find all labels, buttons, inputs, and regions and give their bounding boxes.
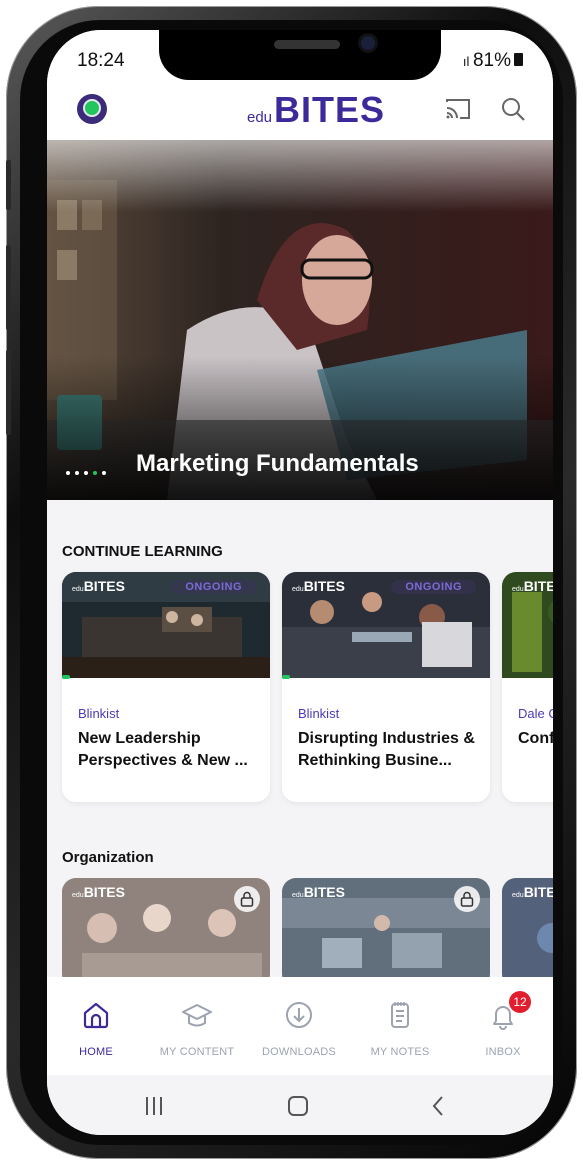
card-title: New Leadership Perspectives & New ... — [78, 730, 248, 769]
notification-badge: 12 — [509, 991, 531, 1013]
cast-icon[interactable] — [445, 98, 471, 120]
nav-label: DOWNLOADS — [262, 1046, 336, 1058]
nav-label: MY NOTES — [370, 1046, 430, 1058]
organization-card[interactable]: eduBITES — [502, 878, 553, 988]
continue-learning-heading: CONTINUE LEARNING — [62, 543, 223, 560]
app-logo: edu BITES — [247, 86, 385, 130]
status-bar: 18:24 ıl 81% — [47, 30, 553, 80]
nav-downloads[interactable]: DOWNLOADS — [249, 977, 349, 1075]
nav-label: INBOX — [485, 1046, 521, 1058]
card-title: Disrupting Industries & Rethinking Busin… — [298, 730, 475, 769]
status-badge: ONGOING — [391, 580, 476, 594]
notes-icon — [391, 1002, 409, 1028]
card-logo: eduBITES — [72, 884, 125, 900]
carousel-dot[interactable] — [66, 471, 70, 475]
logo-main: BITES — [274, 89, 386, 130]
download-icon — [286, 1002, 312, 1028]
battery-level: 81% — [472, 50, 511, 71]
battery-icon — [514, 53, 523, 66]
carousel-dot[interactable] — [102, 471, 106, 475]
carousel-dot[interactable] — [75, 471, 79, 475]
hero-image — [47, 140, 553, 500]
speaker-grille — [274, 40, 340, 49]
recent-apps-icon[interactable] — [144, 1095, 164, 1117]
carousel-dot[interactable] — [84, 471, 88, 475]
status-battery: ıl 81% — [463, 50, 523, 72]
lock-icon — [234, 886, 260, 912]
card-author: Blinkist — [78, 706, 120, 721]
bottom-navigation: HOME MY CONTENT DOWNLOADS MY NOTES 12 IN… — [47, 977, 553, 1075]
signal-icon: ıl — [462, 54, 473, 69]
search-icon[interactable] — [500, 96, 526, 122]
camera-notch — [159, 30, 441, 80]
home-icon — [83, 1002, 109, 1029]
logo-prefix: edu — [247, 109, 273, 126]
card-author: Dale C — [518, 706, 553, 721]
course-card[interactable]: eduBITES Dale C Conf — [502, 572, 553, 802]
graduation-cap-icon — [182, 1004, 212, 1027]
nav-label: MY CONTENT — [159, 1046, 235, 1058]
app-header: edu BITES — [47, 80, 553, 140]
home-button-icon[interactable] — [287, 1095, 309, 1117]
lock-icon — [454, 886, 480, 912]
avatar[interactable] — [77, 94, 107, 124]
status-time: 18:24 — [77, 50, 125, 71]
course-card[interactable]: eduBITES ONGOING Blinkist Disrupting Ind… — [282, 572, 490, 802]
avatar-icon — [83, 99, 101, 117]
hero-title: Marketing Fundamentals — [136, 450, 419, 477]
course-card[interactable]: eduBITES ONGOING Blinkist New Leadership… — [62, 572, 270, 802]
status-badge: ONGOING — [171, 580, 256, 594]
card-logo: eduBITES — [292, 578, 345, 594]
hero-banner[interactable]: Marketing Fundamentals — [47, 140, 553, 500]
nav-home[interactable]: HOME — [47, 977, 146, 1075]
card-author: Blinkist — [298, 706, 340, 721]
phone-screen: 18:24 ıl 81% edu BITES Marketing Fundame… — [47, 30, 553, 1135]
card-logo: eduBITES — [292, 884, 345, 900]
organization-card[interactable]: eduBITES — [282, 878, 490, 988]
progress-bar — [282, 675, 290, 679]
volume-down-button — [6, 245, 11, 330]
volume-up-button — [6, 160, 11, 210]
nav-my-notes[interactable]: MY NOTES — [350, 977, 450, 1075]
progress-bar — [62, 675, 70, 679]
organization-card[interactable]: eduBITES — [62, 878, 270, 988]
back-icon[interactable] — [431, 1095, 445, 1117]
nav-inbox[interactable]: 12 INBOX — [453, 977, 553, 1075]
front-camera — [361, 36, 375, 50]
card-logo: eduBITES — [512, 578, 553, 594]
nav-my-content[interactable]: MY CONTENT — [147, 977, 247, 1075]
system-navigation-bar — [47, 1075, 553, 1135]
carousel-indicator — [66, 471, 106, 475]
bixby-button — [6, 350, 11, 435]
nav-label: HOME — [79, 1046, 113, 1058]
organization-heading: Organization — [62, 849, 154, 866]
carousel-dot-active[interactable] — [93, 471, 97, 475]
card-logo: eduBITES — [512, 884, 553, 900]
card-logo: eduBITES — [72, 578, 125, 594]
card-title: Conf — [518, 730, 553, 747]
